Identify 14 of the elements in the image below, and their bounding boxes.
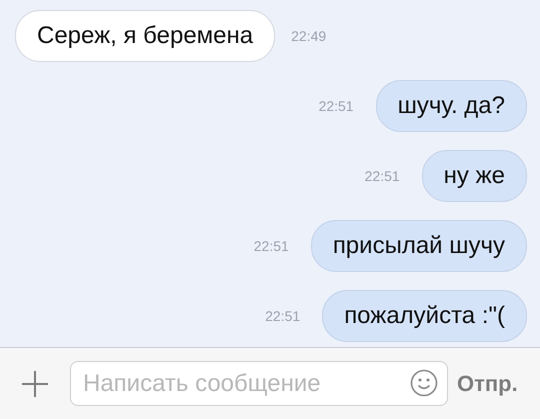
smiley-icon[interactable]	[410, 369, 438, 397]
send-button[interactable]: Отпр.	[457, 370, 518, 396]
message-time: 22:51	[265, 308, 300, 324]
message-bubble: ну же	[422, 150, 527, 202]
plus-icon[interactable]	[22, 370, 48, 396]
message-bubble: пожалуйста :"(	[322, 290, 527, 342]
message-field[interactable]: Написать сообщение	[70, 361, 448, 406]
message-time: 22:49	[291, 28, 326, 44]
message-time: 22:51	[318, 98, 354, 114]
message-time: 22:51	[364, 168, 400, 184]
message-bubble: Сереж, я беремена	[15, 10, 276, 62]
message-bubble: шучу. да?	[376, 80, 527, 132]
message-time: 22:51	[254, 238, 289, 254]
message-bubble: присылай шучу	[310, 220, 527, 272]
